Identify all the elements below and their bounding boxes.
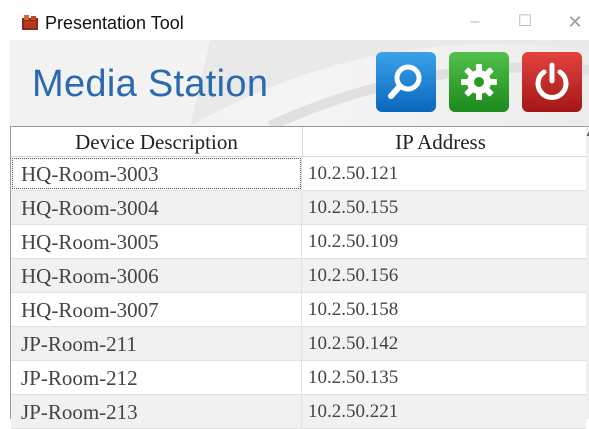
column-header-ip-address[interactable]: IP Address (303, 127, 578, 156)
device-description-cell: JP-Room-213 (11, 395, 302, 428)
table-row[interactable]: HQ-Room-3004 10.2.50.155 (11, 191, 586, 225)
ip-address-cell: 10.2.50.135 (308, 367, 399, 388)
table-header: Device Description IP Address (11, 127, 586, 157)
table-row[interactable]: JP-Room-212 10.2.50.135 (11, 361, 586, 395)
search-button[interactable] (376, 52, 436, 112)
device-description-cell: HQ-Room-3006 (11, 259, 302, 292)
maximize-button[interactable]: ☐ (511, 8, 539, 36)
window-title: Presentation Tool (45, 13, 184, 33)
app-icon (22, 15, 38, 30)
ip-address-cell: 10.2.50.221 (308, 401, 399, 422)
column-header-device-description[interactable]: Device Description (11, 127, 303, 156)
close-button[interactable]: ✕ (561, 8, 589, 36)
app-title: Media Station (32, 63, 269, 105)
power-icon (535, 62, 569, 100)
device-description-cell: JP-Room-211 (11, 327, 302, 360)
table-row[interactable]: HQ-Room-3006 10.2.50.156 (11, 259, 586, 293)
ip-address-cell: 10.2.50.109 (308, 231, 399, 252)
header-banner: Media Station (10, 40, 589, 126)
scroll-up-arrow-icon[interactable]: ▲ (585, 130, 589, 138)
gear-icon (461, 64, 497, 100)
title-bar: Presentation Tool – ☐ ✕ (0, 0, 589, 40)
ip-address-cell: 10.2.50.158 (308, 299, 399, 320)
device-description-cell: HQ-Room-3007 (11, 293, 302, 326)
ip-address-cell: 10.2.50.142 (308, 333, 399, 354)
device-description-cell: JP-Room-212 (11, 361, 302, 394)
search-icon (388, 64, 422, 99)
device-table: Device Description IP Address HQ-Room-30… (10, 126, 589, 429)
settings-button[interactable] (449, 52, 509, 112)
device-description-cell: HQ-Room-3003 (11, 157, 302, 190)
device-description-cell: HQ-Room-3005 (11, 225, 302, 258)
table-row[interactable]: HQ-Room-3005 10.2.50.109 (11, 225, 586, 259)
power-button[interactable] (522, 52, 582, 112)
device-description-cell: HQ-Room-3004 (11, 191, 302, 224)
minimize-button[interactable]: – (461, 8, 489, 36)
ip-address-cell: 10.2.50.156 (308, 265, 399, 286)
table-row[interactable]: HQ-Room-3003 10.2.50.121 (11, 157, 586, 191)
ip-address-cell: 10.2.50.155 (308, 197, 399, 218)
table-row[interactable]: HQ-Room-3007 10.2.50.158 (11, 293, 586, 327)
table-row[interactable]: JP-Room-213 10.2.50.221 (11, 395, 586, 429)
ip-address-cell: 10.2.50.121 (308, 163, 399, 184)
table-row[interactable]: JP-Room-211 10.2.50.142 (11, 327, 586, 361)
